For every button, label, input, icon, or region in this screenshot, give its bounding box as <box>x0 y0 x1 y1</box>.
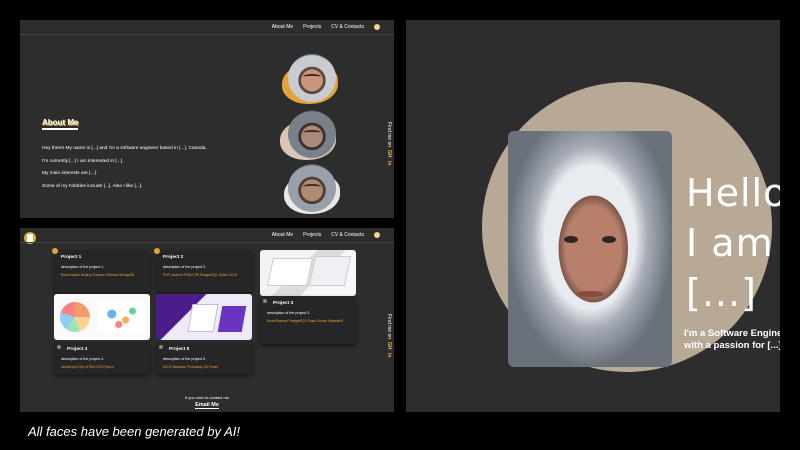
hero-greeting: Hello I am [...] <box>686 168 780 318</box>
contact-text: If you wish to contact me <box>184 395 230 400</box>
project-tags: JavaScript D3.js HTML/CSS Python <box>61 365 114 369</box>
project-title: Project 4 <box>67 347 88 352</box>
about-line: Hey there! My name is [...] and I'm a so… <box>42 146 207 151</box>
nav-cv[interactable]: CV & Contacts <box>331 24 364 30</box>
nav-projects[interactable]: Projects <box>303 232 321 238</box>
portrait-3 <box>284 164 340 214</box>
nav-about[interactable]: About Me <box>272 24 293 30</box>
about-title: About Me <box>42 118 79 130</box>
project-dot-icon <box>52 248 58 254</box>
about-line: My main interests are [...]. <box>42 171 98 176</box>
project-card-1[interactable]: Project 1 description of the project 1. … <box>52 248 150 292</box>
nav-about[interactable]: About Me <box>272 232 293 238</box>
project-card-2[interactable]: Project 2 description of the project 2. … <box>154 248 252 292</box>
nav-divider <box>20 34 394 35</box>
hero-tagline: I'm a Software Engineer with a passion f… <box>684 328 780 351</box>
hero-line: [...] <box>686 271 757 315</box>
project-tags: UI/UX Illustrator Photoshop XD React <box>163 365 218 369</box>
project-desc: description of the project 5. <box>163 357 207 361</box>
project-card-4[interactable]: Project 4 description of the project 4. … <box>54 342 150 374</box>
face-image <box>288 164 336 212</box>
project-title: Project 2 <box>163 255 184 260</box>
about-line: I'm currently [...] I am interested in [… <box>42 158 124 164</box>
social-links: Find me on GH in <box>386 314 392 357</box>
portrait-eyes <box>560 236 620 244</box>
linkedin-icon[interactable]: in <box>386 353 392 357</box>
portrait-mouth <box>576 291 604 297</box>
project-4-screenshot[interactable] <box>54 294 150 340</box>
social-links: Find me on GH in <box>386 122 392 165</box>
project-dot-icon <box>154 248 160 254</box>
github-icon[interactable]: GH <box>386 150 392 158</box>
hero-panel: Hello I am [...] I'm a Software Engineer… <box>406 20 780 412</box>
project-tags: PHP Laravel HTML/CSS PostgreSQL Gitlab C… <box>163 273 238 277</box>
theme-toggle-icon[interactable] <box>374 232 380 238</box>
portrait-1 <box>282 54 338 104</box>
project-desc: description of the project 1. <box>61 265 105 269</box>
project-dot-icon <box>263 299 267 303</box>
face-image <box>288 54 336 102</box>
project-title: Project 1 <box>61 255 82 260</box>
projects-panel: About Me Projects CV & Contacts Find me … <box>20 228 394 412</box>
top-nav: About Me Projects CV & Contacts <box>272 24 380 30</box>
about-text: Hey there! My name is [...] and I'm a so… <box>42 143 282 193</box>
linkedin-icon[interactable]: in <box>386 161 392 165</box>
project-5-screenshot[interactable] <box>156 294 252 340</box>
about-panel: About Me Projects CV & Contacts Find me … <box>20 20 394 218</box>
nav-projects[interactable]: Projects <box>303 24 321 30</box>
project-desc: description of the project 3. <box>267 311 311 315</box>
project-tags: Node/Express PostgreSQL React Docker Mat… <box>267 319 344 323</box>
find-me-label: Find me on <box>386 122 392 148</box>
github-icon[interactable]: GH <box>386 342 392 350</box>
hero-line: Hello <box>686 171 780 215</box>
project-dot-icon <box>159 345 163 349</box>
email-me-label: Email Me <box>195 402 219 409</box>
project-dot-icon <box>57 345 61 349</box>
caption: All faces have been generated by AI! <box>28 424 240 439</box>
project-title: Project 3 <box>273 301 294 306</box>
nav-divider <box>20 242 394 243</box>
project-title: Project 5 <box>169 347 190 352</box>
about-line: Some of my hobbies include [...]. Also I… <box>42 183 143 189</box>
project-desc: description of the project 2. <box>163 265 207 269</box>
nav-cv[interactable]: CV & Contacts <box>331 232 364 238</box>
project-card-5[interactable]: Project 5 description of the project 5. … <box>156 342 252 374</box>
hero-line: I am <box>686 221 774 265</box>
portrait-2 <box>280 110 336 160</box>
email-me-button[interactable]: Email Me <box>20 402 394 409</box>
theme-toggle-icon[interactable] <box>374 24 380 30</box>
project-desc: description of the project 4. <box>61 357 105 361</box>
face-image <box>288 110 336 158</box>
project-tags: React Native Node.js Express Firebase Mo… <box>61 273 135 277</box>
find-me-label: Find me on <box>386 314 392 340</box>
top-nav: About Me Projects CV & Contacts <box>272 232 380 238</box>
hero-portrait <box>508 131 672 367</box>
project-3-screenshot[interactable] <box>260 250 356 296</box>
project-card-3[interactable]: Project 3 description of the project 3. … <box>260 296 356 344</box>
